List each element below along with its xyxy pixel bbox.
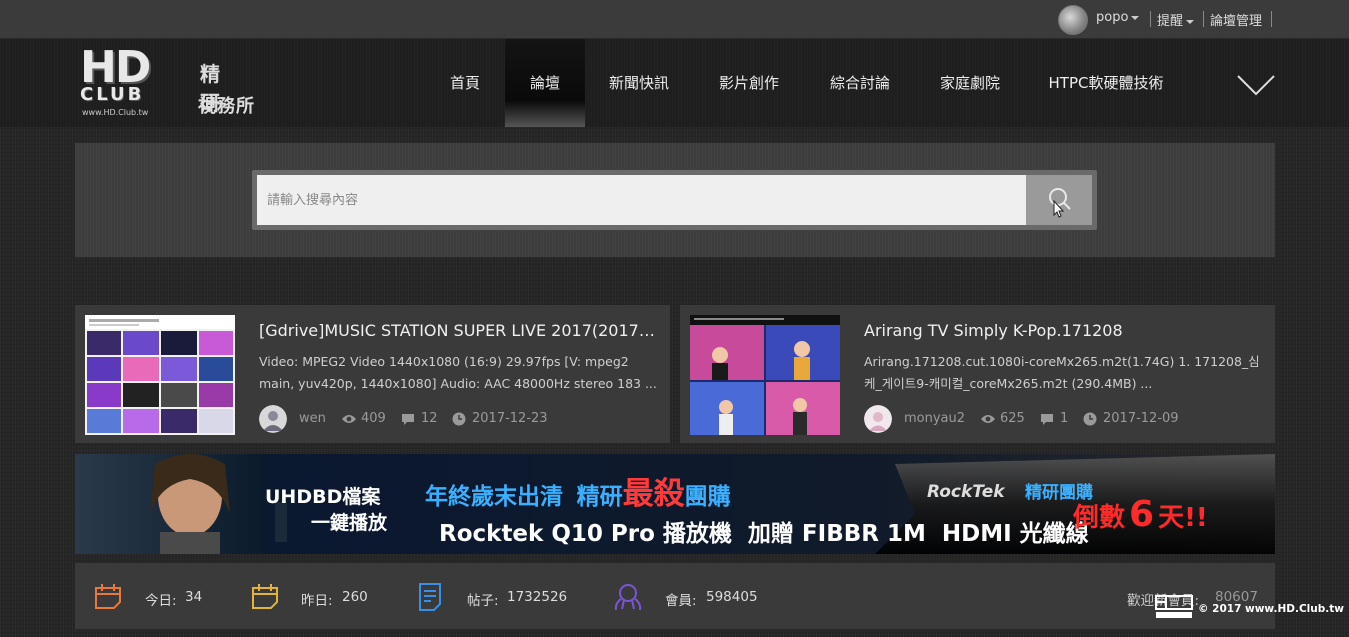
author-name[interactable]: monyau2 xyxy=(904,411,965,426)
logo-url: www.HD.Club.tw xyxy=(82,108,149,117)
site-logo[interactable]: HD CLUB www.HD.Club.tw 精研 視務所 xyxy=(80,46,270,120)
author-avatar[interactable] xyxy=(864,405,892,433)
forum-stats-bar: 今日: 34 昨日: 260 帖子: 1732526 會員: 598405 歡迎… xyxy=(75,563,1275,629)
nav-forum[interactable]: 論壇 xyxy=(505,39,585,127)
search-input[interactable] xyxy=(257,175,1026,225)
eye-icon xyxy=(342,415,356,423)
search-button[interactable] xyxy=(1026,175,1092,225)
today-value: 34 xyxy=(185,589,203,605)
comment-icon xyxy=(402,414,414,425)
forum-admin-link[interactable]: 論壇管理 xyxy=(1210,10,1262,29)
thread-meta: wen 409 12 2017-12-23 xyxy=(259,405,659,435)
yesterday-value: 260 xyxy=(342,589,368,605)
banner-headline: 年終歲末出清 精研最殺團購 xyxy=(425,468,731,513)
view-count: 625 xyxy=(1000,411,1025,426)
view-count: 409 xyxy=(361,411,386,426)
yesterday-label: 昨日: xyxy=(301,593,333,609)
search-icon xyxy=(1049,188,1071,218)
reply-count: 12 xyxy=(421,411,438,426)
banner-subline: Rocktek Q10 Pro 播放機 加贈 FIBBR 1M HDMI 光纖線 xyxy=(439,521,1089,547)
post-date: 2017-12-09 xyxy=(1103,411,1179,426)
nav-home[interactable]: 首頁 xyxy=(430,39,500,127)
banner-countdown-num: 6 xyxy=(1129,494,1155,535)
divider xyxy=(1203,11,1204,27)
thread-thumbnail[interactable] xyxy=(85,315,235,435)
clock-icon xyxy=(1083,412,1097,426)
chevron-down-icon xyxy=(1131,15,1140,20)
user-menu[interactable]: popo xyxy=(1096,10,1140,25)
banner-countdown-a: 倒數 xyxy=(1073,503,1126,533)
banner-headline-c: 最殺 xyxy=(622,476,685,512)
members-value: 598405 xyxy=(706,589,758,605)
banner-headline-d: 團購 xyxy=(684,484,731,510)
username: popo xyxy=(1096,10,1129,25)
hd-club-logo-icon xyxy=(1155,595,1193,618)
banner-brand: RockTek xyxy=(927,482,1005,502)
logo-cn-line2: 視務所 xyxy=(198,96,255,117)
posts-label: 帖子: xyxy=(467,593,499,609)
calendar-today-icon xyxy=(95,584,121,609)
author-name[interactable]: wen xyxy=(299,411,326,426)
thread-title[interactable]: Arirang TV Simply K-Pop.171208 xyxy=(864,321,1264,340)
eye-icon xyxy=(981,415,995,423)
promo-banner[interactable]: UHDBD檔案 一鍵播放 年終歲末出清 精研最殺團購 Rocktek Q10 P… xyxy=(75,454,1275,554)
watermark-text: © 2017 www.HD.Club.tw xyxy=(1198,603,1344,615)
alerts-menu[interactable]: 提醒 xyxy=(1157,10,1195,29)
chevron-down-icon xyxy=(1186,19,1195,24)
nav-home-theater[interactable]: 家庭劇院 xyxy=(927,39,1013,127)
reply-count: 1 xyxy=(1060,411,1069,426)
thread-thumbnail[interactable] xyxy=(690,315,840,435)
post-date: 2017-12-23 xyxy=(472,411,548,426)
banner-countdown: 倒數 6 天!! xyxy=(1073,494,1208,535)
site-watermark: © 2017 www.HD.Club.tw xyxy=(1154,594,1344,620)
document-icon xyxy=(419,583,441,611)
nav-general-discussion[interactable]: 綜合討論 xyxy=(817,39,903,127)
thread-description: Video: MPEG2 Video 1440x1080 (16:9) 29.9… xyxy=(259,354,657,391)
user-avatar[interactable] xyxy=(1058,5,1088,35)
banner-left-line2: 一鍵播放 xyxy=(311,512,388,534)
posts-value: 1732526 xyxy=(507,589,568,605)
banner-headline-a: 年終歲末出清 xyxy=(425,484,563,510)
members-label: 會員: xyxy=(665,593,697,609)
clock-icon xyxy=(452,412,466,426)
thread-card[interactable]: [Gdrive]MUSIC STATION SUPER LIVE 2017(20… xyxy=(75,305,670,443)
logo-club: CLUB xyxy=(80,84,145,105)
author-avatar[interactable] xyxy=(259,405,287,433)
members-icon xyxy=(614,584,642,611)
comment-icon xyxy=(1041,414,1053,425)
divider xyxy=(1271,11,1272,27)
calendar-yesterday-icon xyxy=(252,584,278,609)
divider xyxy=(1150,11,1151,27)
banner-headline-b: 精研 xyxy=(576,484,623,510)
today-label: 今日: xyxy=(145,593,177,609)
alerts-label: 提醒 xyxy=(1157,14,1184,29)
banner-left-line1: UHDBD檔案 xyxy=(265,486,381,508)
chevron-down-icon[interactable] xyxy=(1236,70,1276,98)
nav-video-creation[interactable]: 影片創作 xyxy=(706,39,792,127)
thread-description: Arirang.171208.cut.1080i-coreMx265.m2t(1… xyxy=(864,354,1260,391)
thread-meta: monyau2 625 1 2017-12-09 xyxy=(864,405,1264,435)
top-bar: popo 提醒 論壇管理 xyxy=(0,0,1349,39)
nav-news[interactable]: 新聞快訊 xyxy=(596,39,682,127)
thread-card[interactable]: Arirang TV Simply K-Pop.171208 Arirang.1… xyxy=(680,305,1275,443)
thread-title[interactable]: [Gdrive]MUSIC STATION SUPER LIVE 2017(20… xyxy=(259,321,659,340)
nav-htpc[interactable]: HTPC軟硬體技術 xyxy=(1038,39,1174,127)
banner-countdown-b: 天!! xyxy=(1158,503,1208,533)
